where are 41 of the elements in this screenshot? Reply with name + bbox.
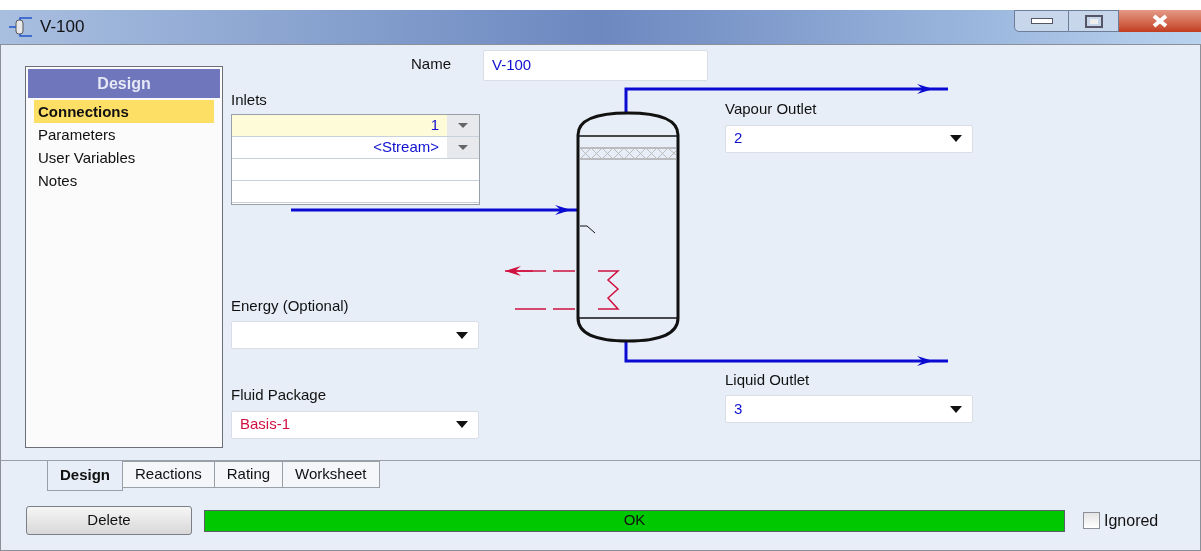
tab[interactable]: Worksheet — [283, 461, 380, 488]
dropdown-caret-icon — [458, 144, 468, 150]
vessel-icon — [8, 17, 34, 37]
close-icon — [1151, 14, 1169, 28]
vapour-outlet-dropdown[interactable]: 2 — [725, 124, 973, 153]
minimize-icon — [1030, 18, 1053, 24]
fluid-package-dropdown[interactable]: Basis-1 — [231, 410, 479, 439]
inlet-value: 1 — [429, 114, 440, 135]
tab[interactable]: Design — [47, 461, 123, 491]
delete-button[interactable]: Delete — [26, 506, 192, 535]
vapour-outlet-label: Vapour Outlet — [725, 99, 818, 119]
sidebar-item[interactable]: User Variables — [34, 146, 214, 169]
liquid-outlet-label: Liquid Outlet — [725, 369, 811, 390]
inlet-row[interactable]: <Stream> — [232, 136, 479, 159]
maximize-button[interactable] — [1069, 10, 1119, 32]
fluid-package-label: Fluid Package — [231, 385, 328, 405]
energy-label: Energy (Optional) — [231, 295, 350, 316]
ignored-label: Ignored — [1104, 510, 1159, 531]
dropdown-caret-icon — [458, 122, 468, 128]
tab[interactable]: Reactions — [123, 461, 215, 488]
maximize-icon — [1084, 14, 1103, 28]
sidebar-item[interactable]: Notes — [34, 169, 214, 192]
window-title: V-100 — [40, 16, 85, 39]
liquid-outlet-dropdown[interactable]: 3 — [725, 395, 973, 423]
inlets-label: Inlets — [231, 90, 268, 110]
inlet-row[interactable]: 1 — [232, 114, 479, 137]
name-field[interactable]: V-100 — [483, 50, 708, 81]
dropdown-caret-icon — [456, 331, 468, 339]
tab[interactable]: Rating — [214, 461, 284, 488]
sidebar-item[interactable]: Connections — [34, 100, 214, 123]
status-bar: OK — [204, 509, 1065, 532]
close-button[interactable] — [1119, 10, 1201, 32]
name-label: Name — [411, 53, 452, 74]
inlet-value: <Stream> — [372, 136, 440, 157]
dropdown-caret-icon — [950, 405, 962, 413]
ignored-checkbox[interactable] — [1083, 512, 1100, 529]
sidebar-item[interactable]: Parameters — [34, 123, 214, 146]
minimize-button[interactable] — [1014, 10, 1069, 32]
dropdown-caret-icon — [456, 421, 468, 428]
sidebar-header: Design — [28, 69, 220, 98]
dropdown-caret-icon — [950, 135, 962, 142]
